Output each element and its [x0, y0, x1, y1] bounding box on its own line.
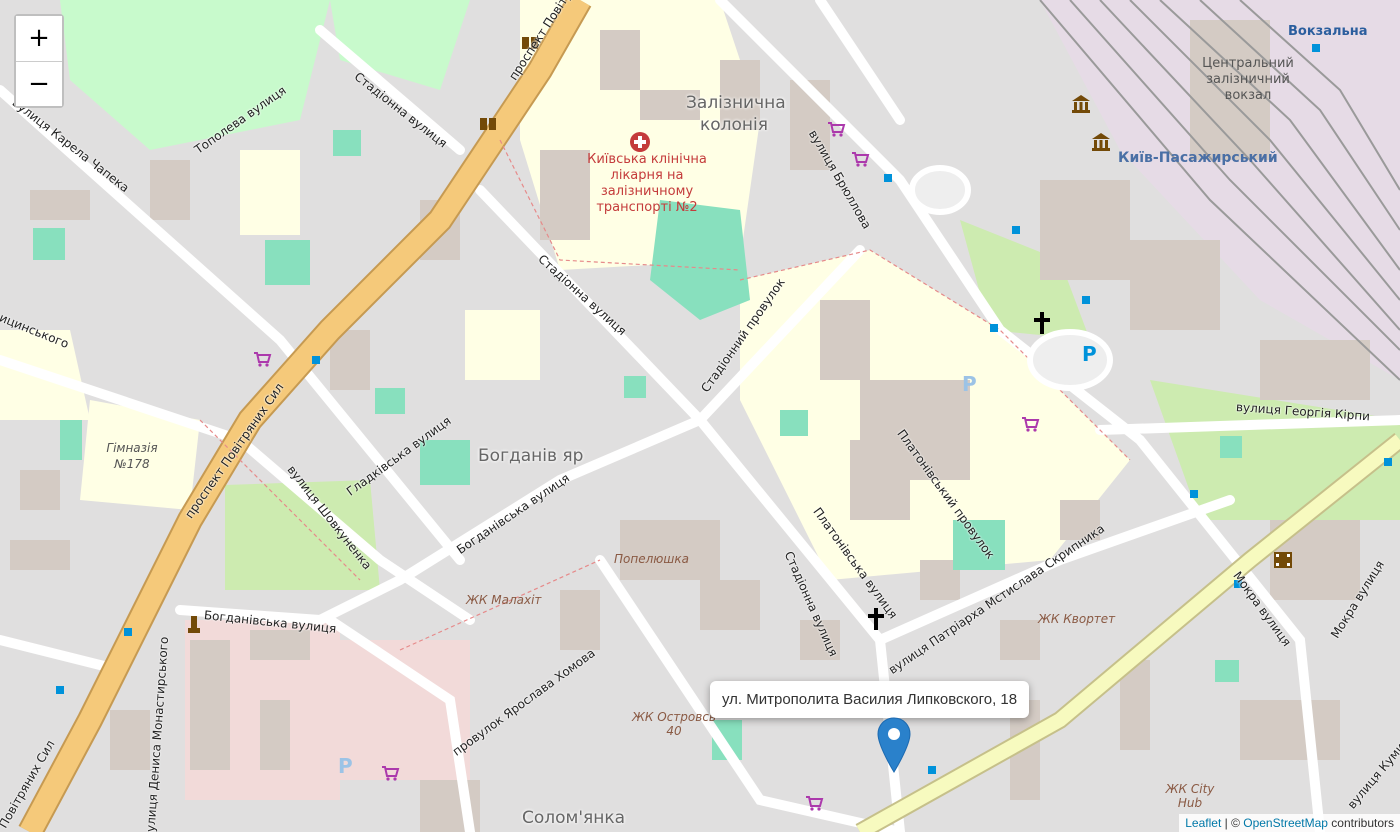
- osm-link[interactable]: OpenStreetMap: [1243, 816, 1328, 830]
- museum-icon: [1072, 95, 1090, 113]
- attribution-separator: | ©: [1221, 816, 1244, 830]
- bus-stop-icon: [1384, 458, 1392, 466]
- poi-label: ЖК Островсь 40: [632, 710, 716, 738]
- poi-label: ЖК Малахіт: [466, 593, 542, 607]
- poi-label: ЖК Квортет: [1038, 612, 1116, 626]
- monument-icon: [188, 616, 200, 633]
- place-label: Залізнична колонія: [686, 93, 786, 135]
- attribution-suffix: contributors: [1327, 816, 1394, 830]
- hospital-label: Київська клінічна лікарня на залізничном…: [587, 152, 707, 215]
- attribution: Leaflet | © OpenStreetMap contributors: [1179, 814, 1400, 832]
- bus-stop-icon: [928, 766, 936, 774]
- metro-label: Вокзальна: [1288, 24, 1368, 39]
- bus-stop-icon: [1190, 490, 1198, 498]
- church-icon: [1034, 312, 1050, 334]
- zoom-out-button[interactable]: −: [16, 61, 62, 106]
- parking-icon: P: [962, 372, 977, 396]
- address-popup: ул. Митрополита Василия Липковского, 18: [710, 681, 1030, 718]
- leaflet-link[interactable]: Leaflet: [1185, 816, 1221, 830]
- parking-icon: P: [1082, 342, 1097, 366]
- station-label: Київ-Пасажирський: [1118, 150, 1278, 166]
- zoom-in-button[interactable]: +: [16, 16, 62, 61]
- bus-stop-icon: [884, 174, 892, 182]
- bus-stop-icon: [1082, 296, 1090, 304]
- shop-icon: [828, 122, 846, 137]
- station-label: Центральний залізничний вокзал: [1202, 56, 1294, 103]
- bus-stop-icon: [1312, 44, 1320, 52]
- shop-icon: [852, 152, 870, 167]
- bus-stop-icon: [990, 324, 998, 332]
- bus-stop-icon: [124, 628, 132, 636]
- shop-icon: [254, 352, 272, 367]
- shop-icon: [382, 766, 400, 781]
- bus-stop-icon: [312, 356, 320, 364]
- place-label: Богданів яр: [478, 446, 584, 466]
- map-marker-icon[interactable]: [876, 716, 912, 774]
- zoom-control: + −: [14, 14, 64, 108]
- poi-label: ЖК City Hub: [1165, 782, 1215, 810]
- shop-icon: [806, 796, 824, 811]
- district-label: Солом'янка: [522, 808, 626, 828]
- map-canvas[interactable]: P P P проспект Повітряних Сил проспект П…: [0, 0, 1400, 832]
- bus-stop-icon: [56, 686, 64, 694]
- poi-label: Попелюшка: [614, 552, 689, 566]
- shop-icon: [1022, 417, 1040, 432]
- library-icon: [480, 118, 496, 130]
- popup-address: ул. Митрополита Василия Липковского, 18: [722, 691, 1018, 708]
- hospital-icon: [630, 132, 650, 152]
- school-label: Гімназія №178: [106, 441, 158, 471]
- bus-stop-icon: [1012, 226, 1020, 234]
- museum-icon: [1092, 133, 1110, 151]
- parking-icon: P: [338, 754, 353, 778]
- cinema-icon: [1274, 552, 1292, 568]
